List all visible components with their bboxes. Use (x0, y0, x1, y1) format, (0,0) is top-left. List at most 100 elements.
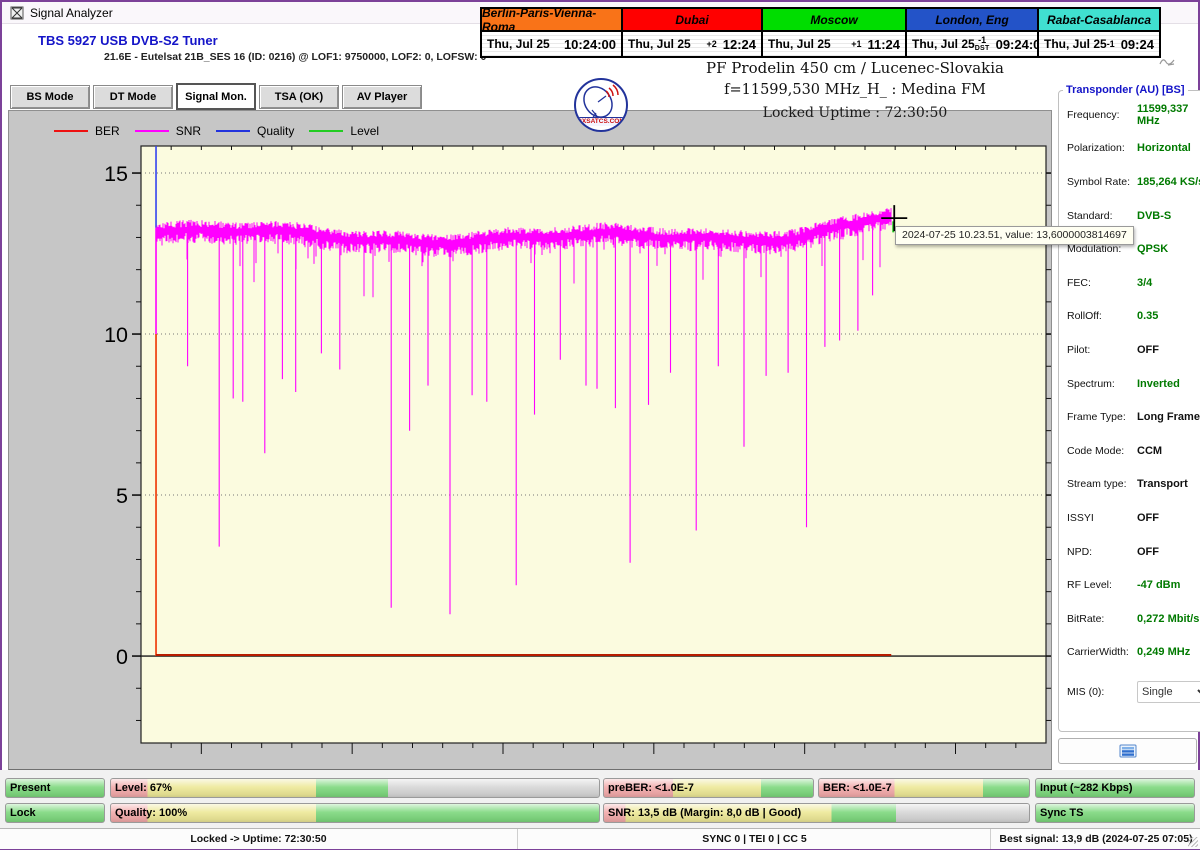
resize-grip[interactable] (1188, 837, 1198, 847)
signal-chart[interactable]: 0 5 10 15 (9, 111, 1051, 769)
transponder-row-label: RF Level: (1067, 579, 1112, 592)
status-locked-uptime: Locked -> Uptime: 72:30:50 (190, 833, 327, 845)
svg-text:10: 10 (104, 323, 128, 347)
transponder-row: CarrierWidth: 0,249 MHz (1067, 636, 1200, 670)
transponder-row-label: Stream type: (1067, 478, 1127, 491)
transponder-row: Polarization: Horizontal (1067, 132, 1200, 166)
clock-utc-offset: +1 (851, 38, 862, 49)
mode-tab[interactable]: TSA (OK) (259, 85, 339, 109)
clock-time: 09:24 (1120, 36, 1154, 52)
transponder-row-value: -47 dBm (1137, 579, 1181, 592)
transponder-row-label: Code Mode: (1067, 444, 1125, 457)
world-clock-table: Berlin-Paris-Vienna-Roma Thu, Jul 25 10:… (480, 6, 1161, 58)
clock-city-header: London, Eng (907, 9, 1037, 32)
window-title: Signal Analyzer (30, 5, 113, 20)
transponder-row-value: OFF (1137, 545, 1159, 558)
clock-time: 10:24:00 (563, 36, 616, 52)
mode-tab[interactable]: DT Mode (93, 85, 173, 109)
transponder-row-value: Inverted (1137, 377, 1180, 390)
clock-time: 11:24 (867, 36, 900, 52)
level-meter: Level: 67% (110, 778, 600, 798)
clock-column: Rabat-Casablanca Thu, Jul 25 -1 09:24 (1039, 9, 1159, 56)
transponder-row: RF Level: -47 dBm (1067, 568, 1200, 602)
mode-tab[interactable]: BS Mode (10, 85, 90, 109)
transponder-row-value: CCM (1137, 444, 1163, 457)
clock-date: Thu, Jul 25 (768, 37, 831, 51)
clock-time-row: Thu, Jul 25 +2 12:24 (623, 32, 761, 56)
locked-uptime-header: Locked Uptime : 72:30:50 (762, 105, 948, 121)
clock-utc-offset: -1 DST (974, 35, 990, 53)
clock-date: Thu, Jul 25 (912, 37, 975, 51)
signal-chart-panel: BER SNR Quality Level 0 5 10 15 (8, 110, 1052, 770)
transponder-row-label: Pilot: (1067, 343, 1091, 356)
transponder-row-label: Polarization: (1067, 142, 1125, 155)
ber-meter: BER: <1.0E-7 (818, 778, 1030, 798)
clock-time-row: Thu, Jul 25 -1 DST 09:24:00 (907, 32, 1048, 56)
transponder-row: Frame Type: Long Frame (1067, 400, 1200, 434)
mis-row: MIS (0): Single (1067, 675, 1200, 709)
transponder-row-value: OFF (1137, 343, 1159, 356)
transponder-row-value: OFF (1137, 511, 1159, 524)
chart-tooltip: 2024-07-25 10.23.51, value: 13,600000381… (895, 226, 1134, 245)
transponder-row-label: BitRate: (1067, 612, 1105, 625)
svg-text:15: 15 (104, 162, 128, 186)
clock-utc-offset: +2 (706, 38, 717, 49)
signal-analyzer-window: Signal Analyzer TBS 5927 USB DVB-S2 Tune… (0, 0, 1200, 850)
transponder-row: NPD: OFF (1067, 535, 1200, 569)
tuner-name: TBS 5927 USB DVB-S2 Tuner (38, 33, 218, 48)
clock-date: Thu, Jul 25 (628, 37, 691, 51)
clock-date: Thu, Jul 25 (487, 37, 550, 51)
transponder-row-value: Long Frame (1137, 411, 1200, 424)
transponder-row: Spectrum: Inverted (1067, 367, 1200, 401)
clock-column: Berlin-Paris-Vienna-Roma Thu, Jul 25 10:… (482, 6, 623, 56)
mis-label: MIS (0): (1067, 685, 1105, 698)
transponder-row-value: 0.35 (1137, 310, 1159, 323)
mis-select[interactable]: Single (1137, 680, 1200, 703)
transponder-row-value: Horizontal (1137, 142, 1191, 155)
mode-tab[interactable]: AV Player (342, 85, 422, 109)
antenna-location-header: PF Prodelin 450 cm / Lucenec-Slovakia (706, 59, 1004, 77)
list-icon (1119, 744, 1136, 758)
transponder-row-label: Standard: (1067, 209, 1113, 222)
signature-glyph (1159, 59, 1175, 66)
clock-column: Dubai Thu, Jul 25 +2 12:24 (623, 9, 763, 56)
transponder-row: Code Mode: CCM (1067, 434, 1200, 468)
transport-list-button[interactable] (1058, 738, 1197, 764)
clock-city-header: Moscow (763, 9, 905, 32)
transponder-row-value: Transport (1137, 478, 1188, 491)
present-indicator: Present (5, 778, 105, 798)
transponder-row-label: Frame Type: (1067, 411, 1126, 424)
svg-text:0: 0 (116, 645, 128, 669)
clock-city-header: Rabat-Casablanca (1039, 9, 1159, 32)
lock-indicator: Lock (5, 803, 105, 823)
clock-city-header: Dubai (623, 9, 761, 32)
transponder-row-value: 3/4 (1137, 276, 1153, 289)
transponder-rows: Frequency: 11599,337 MHz Polarization: H… (1067, 98, 1200, 669)
dxsatcs-logo: DXSATCS.COM (574, 78, 628, 132)
transponder-row-label: RollOff: (1067, 310, 1102, 323)
snr-meter: SNR: 13,5 dB (Margin: 8,0 dB | Good) (603, 803, 1030, 823)
transponder-panel-title: Transponder (AU) [BS] (1066, 84, 1185, 96)
transponder-row: Symbol Rate: 185,264 KS/s (1067, 165, 1200, 199)
status-bar: Locked -> Uptime: 72:30:50 SYNC 0 | TEI … (0, 828, 1200, 849)
mode-tab[interactable]: Signal Mon. (176, 83, 256, 110)
transponder-row-value: QPSK (1137, 243, 1169, 256)
mode-tabs: BS Mode DT Mode Signal Mon. TSA (OK) AV Play… (10, 83, 422, 110)
transponder-row-label: ISSYI (1067, 511, 1094, 524)
clock-date: Thu, Jul 25 (1044, 37, 1107, 51)
transponder-row-label: Spectrum: (1067, 377, 1115, 390)
transponder-row-value: DVB-S (1137, 209, 1172, 222)
input-bitrate-indicator: Input (~282 Kbps) (1035, 778, 1195, 798)
sync-ts-indicator: Sync TS (1035, 803, 1195, 823)
transponder-row: Pilot: OFF (1067, 333, 1200, 367)
preber-meter: preBER: <1.0E-7 (603, 778, 814, 798)
transponder-row: FEC: 3/4 (1067, 266, 1200, 300)
clock-utc-offset: -1 (1106, 38, 1115, 49)
transponder-row-value: 185,264 KS/s (1137, 175, 1200, 188)
transponder-row-value: 0,272 Mbit/s (1137, 612, 1200, 625)
transponder-row-label: NPD: (1067, 545, 1093, 558)
app-icon (10, 6, 24, 19)
transponder-panel: Transponder (AU) [BS] Frequency: 11599,3… (1058, 84, 1200, 732)
status-best-signal: Best signal: 13,9 dB (2024-07-25 07:05) (990, 829, 1200, 849)
transponder-row: ISSYI OFF (1067, 501, 1200, 535)
